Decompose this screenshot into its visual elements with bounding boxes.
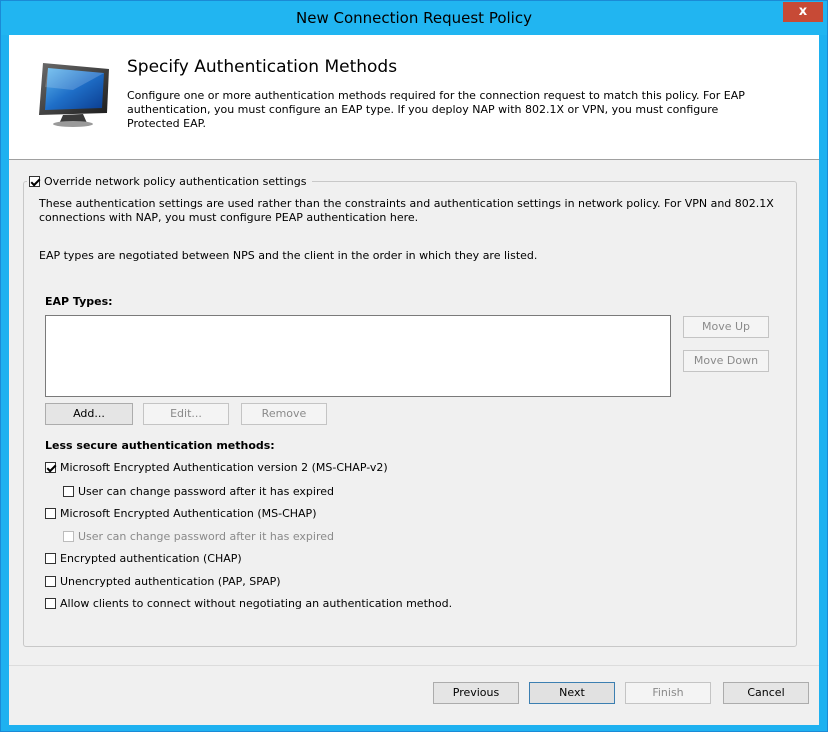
move-down-button[interactable]: Move Down	[683, 350, 769, 372]
override-checkbox[interactable]: Override network policy authentication s…	[27, 172, 313, 190]
edit-button[interactable]: Edit...	[143, 403, 229, 425]
footer-divider	[9, 665, 819, 666]
checkbox-unchecked-icon[interactable]	[45, 597, 56, 609]
no-auth-checkbox[interactable]: Allow clients to connect without negotia…	[45, 595, 452, 611]
title-bar[interactable]: New Connection Request Policy x	[1, 1, 827, 35]
checkbox-unchecked-icon[interactable]	[45, 552, 56, 564]
chap-checkbox[interactable]: Encrypted authentication (CHAP)	[45, 550, 242, 566]
add-button[interactable]: Add...	[45, 403, 133, 425]
checkbox-disabled-icon[interactable]	[63, 530, 74, 542]
page-title: Specify Authentication Methods	[127, 57, 398, 77]
mschap-change-password-label: User can change password after it has ex…	[78, 529, 335, 543]
wizard-window: New Connection Request Policy x Specify …	[0, 0, 828, 732]
no-auth-label: Allow clients to connect without negotia…	[60, 596, 453, 610]
pap-spap-checkbox[interactable]: Unencrypted authentication (PAP, SPAP)	[45, 573, 281, 589]
eap-order-text: EAP types are negotiated between NPS and…	[39, 249, 538, 262]
mschap-checkbox[interactable]: Microsoft Encrypted Authentication (MS-C…	[45, 505, 316, 521]
finish-button[interactable]: Finish	[625, 682, 711, 704]
mschap-label: Microsoft Encrypted Authentication (MS-C…	[60, 506, 317, 520]
mschapv2-change-password-checkbox[interactable]: User can change password after it has ex…	[63, 483, 334, 499]
previous-button[interactable]: Previous	[433, 682, 519, 704]
pap-spap-label: Unencrypted authentication (PAP, SPAP)	[60, 574, 281, 588]
close-icon: x	[798, 4, 808, 19]
wizard-client-area: Specify Authentication Methods Configure…	[9, 35, 819, 725]
mschapv2-checkbox[interactable]: Microsoft Encrypted Authentication versi…	[45, 459, 388, 475]
info-text: These authentication settings are used r…	[39, 197, 774, 224]
checkbox-unchecked-icon[interactable]	[45, 575, 56, 587]
page-description: Configure one or more authentication met…	[127, 89, 745, 130]
less-secure-heading: Less secure authentication methods:	[45, 439, 275, 452]
cancel-button[interactable]: Cancel	[723, 682, 809, 704]
next-button[interactable]: Next	[529, 682, 615, 704]
checkbox-checked-icon[interactable]	[45, 461, 56, 473]
window-title: New Connection Request Policy	[296, 9, 532, 27]
checkbox-unchecked-icon[interactable]	[63, 485, 74, 497]
remove-button[interactable]: Remove	[241, 403, 327, 425]
wizard-header: Specify Authentication Methods Configure…	[9, 35, 819, 160]
checkbox-unchecked-icon[interactable]	[45, 507, 56, 519]
mschap-change-password-checkbox[interactable]: User can change password after it has ex…	[63, 528, 334, 544]
eap-types-heading: EAP Types:	[45, 295, 113, 308]
eap-types-list[interactable]	[45, 315, 671, 397]
close-button[interactable]: x	[783, 2, 823, 22]
monitor-icon	[39, 63, 109, 127]
mschapv2-change-password-label: User can change password after it has ex…	[78, 484, 335, 498]
chap-label: Encrypted authentication (CHAP)	[60, 551, 242, 565]
move-up-button[interactable]: Move Up	[683, 316, 769, 338]
checkbox-checked-icon[interactable]	[29, 175, 40, 187]
override-label: Override network policy authentication s…	[44, 174, 307, 188]
mschapv2-label: Microsoft Encrypted Authentication versi…	[60, 460, 388, 474]
